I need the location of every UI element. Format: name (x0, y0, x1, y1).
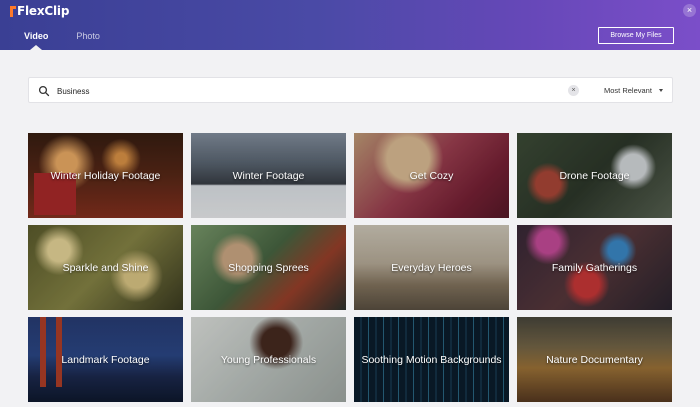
app-header: FlexClip × Video Photo Browse My Files (0, 0, 700, 50)
category-card[interactable]: Winter Holiday Footage (28, 133, 183, 218)
close-button[interactable]: × (683, 4, 696, 17)
logo-mark-icon (10, 5, 16, 17)
category-label: Winter Holiday Footage (50, 169, 161, 182)
category-card[interactable]: Soothing Motion Backgrounds (354, 317, 509, 402)
sort-dropdown[interactable]: Most Relevant (604, 86, 663, 95)
tab-video[interactable]: Video (24, 31, 48, 50)
category-grid: Winter Holiday Footage Winter Footage Ge… (28, 133, 673, 407)
category-label: Winter Footage (232, 169, 305, 182)
search-input[interactable] (57, 84, 457, 98)
sort-label: Most Relevant (604, 86, 652, 95)
category-card[interactable]: Nature Documentary (517, 317, 672, 402)
category-card[interactable]: Sparkle and Shine (28, 225, 183, 310)
search-icon (38, 85, 50, 97)
category-label: Everyday Heroes (391, 261, 472, 274)
category-label: Young Professionals (220, 353, 317, 366)
chevron-down-icon (658, 89, 663, 92)
category-label: Family Gatherings (551, 261, 638, 274)
category-card[interactable]: Young Professionals (191, 317, 346, 402)
search-bar: × Most Relevant (28, 77, 673, 103)
bridge-tower-image (56, 317, 62, 387)
category-label: Drone Footage (559, 169, 630, 182)
category-card[interactable]: Everyday Heroes (354, 225, 509, 310)
media-tabs: Video Photo (24, 31, 128, 50)
category-label: Nature Documentary (546, 353, 643, 366)
category-label: Shopping Sprees (228, 261, 309, 274)
category-card[interactable]: Landmark Footage (28, 317, 183, 402)
clear-search-icon[interactable]: × (568, 85, 579, 96)
category-card[interactable]: Winter Footage (191, 133, 346, 218)
category-label: Sparkle and Shine (62, 261, 149, 274)
category-label: Soothing Motion Backgrounds (361, 353, 502, 366)
browse-my-files-button[interactable]: Browse My Files (598, 27, 674, 44)
category-label: Get Cozy (409, 169, 454, 182)
category-label: Landmark Footage (61, 353, 150, 366)
bridge-tower-image (40, 317, 46, 387)
flexclip-logo[interactable]: FlexClip (10, 4, 69, 18)
category-card[interactable]: Get Cozy (354, 133, 509, 218)
category-card[interactable]: Family Gatherings (517, 225, 672, 310)
logo-text: FlexClip (17, 4, 70, 18)
tab-photo[interactable]: Photo (76, 31, 100, 50)
category-card[interactable]: Drone Footage (517, 133, 672, 218)
category-card[interactable]: Shopping Sprees (191, 225, 346, 310)
close-icon: × (686, 5, 693, 15)
